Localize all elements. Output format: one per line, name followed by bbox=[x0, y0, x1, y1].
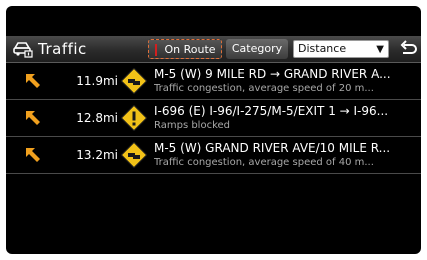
incident-title: I-696 (E) I-96/I-275/M-5/EXIT 1 → I-96..… bbox=[154, 104, 389, 118]
traffic-car-icon bbox=[13, 42, 33, 58]
incident-row[interactable]: 13.2mi M-5 (W) GRAND RIVER AVE/10 MILE R… bbox=[6, 137, 421, 174]
selected-marker bbox=[155, 44, 157, 56]
arrow-up-left-icon bbox=[26, 111, 40, 125]
incident-title: M-5 (W) 9 MILE RD → GRAND RIVER A... bbox=[154, 67, 391, 81]
arrow-up-left-icon bbox=[26, 148, 40, 162]
incident-distance: 11.9mi bbox=[76, 74, 118, 88]
incident-description: Traffic congestion, average speed of 40 … bbox=[154, 157, 374, 168]
traffic-toolbar: Traffic On Route Category Distance ▼ bbox=[6, 36, 421, 63]
dropdown-caret-icon: ▼ bbox=[376, 44, 384, 55]
sort-select[interactable]: Distance ▼ bbox=[293, 40, 389, 58]
incident-row[interactable]: 12.8mi I-696 (E) I-96/I-275/M-5/EXIT 1 →… bbox=[6, 100, 421, 137]
incident-distance: 12.8mi bbox=[76, 111, 118, 125]
page-title: Traffic bbox=[38, 40, 87, 58]
category-label: Category bbox=[231, 42, 283, 55]
nav-screen: Traffic On Route Category Distance ▼ 11.… bbox=[6, 6, 421, 254]
on-route-label: On Route bbox=[164, 43, 216, 56]
incident-list: 11.9mi M-5 (W) 9 MILE RD → GRAND RIVER A… bbox=[6, 63, 421, 174]
traffic-congestion-sign-icon bbox=[121, 142, 147, 168]
arrow-up-left-icon bbox=[26, 74, 40, 88]
incident-description: Traffic congestion, average speed of 20 … bbox=[154, 83, 374, 94]
sort-select-value: Distance bbox=[298, 42, 347, 55]
incident-distance: 13.2mi bbox=[76, 148, 118, 162]
on-route-button[interactable]: On Route bbox=[148, 39, 222, 59]
incident-description: Ramps blocked bbox=[154, 120, 231, 131]
incident-title: M-5 (W) GRAND RIVER AVE/10 MILE R... bbox=[154, 141, 391, 155]
warning-sign-icon bbox=[121, 105, 147, 131]
category-button[interactable]: Category bbox=[226, 39, 288, 59]
back-arrow-icon[interactable] bbox=[397, 39, 419, 59]
incident-row[interactable]: 11.9mi M-5 (W) 9 MILE RD → GRAND RIVER A… bbox=[6, 63, 421, 100]
traffic-congestion-sign-icon bbox=[121, 68, 147, 94]
